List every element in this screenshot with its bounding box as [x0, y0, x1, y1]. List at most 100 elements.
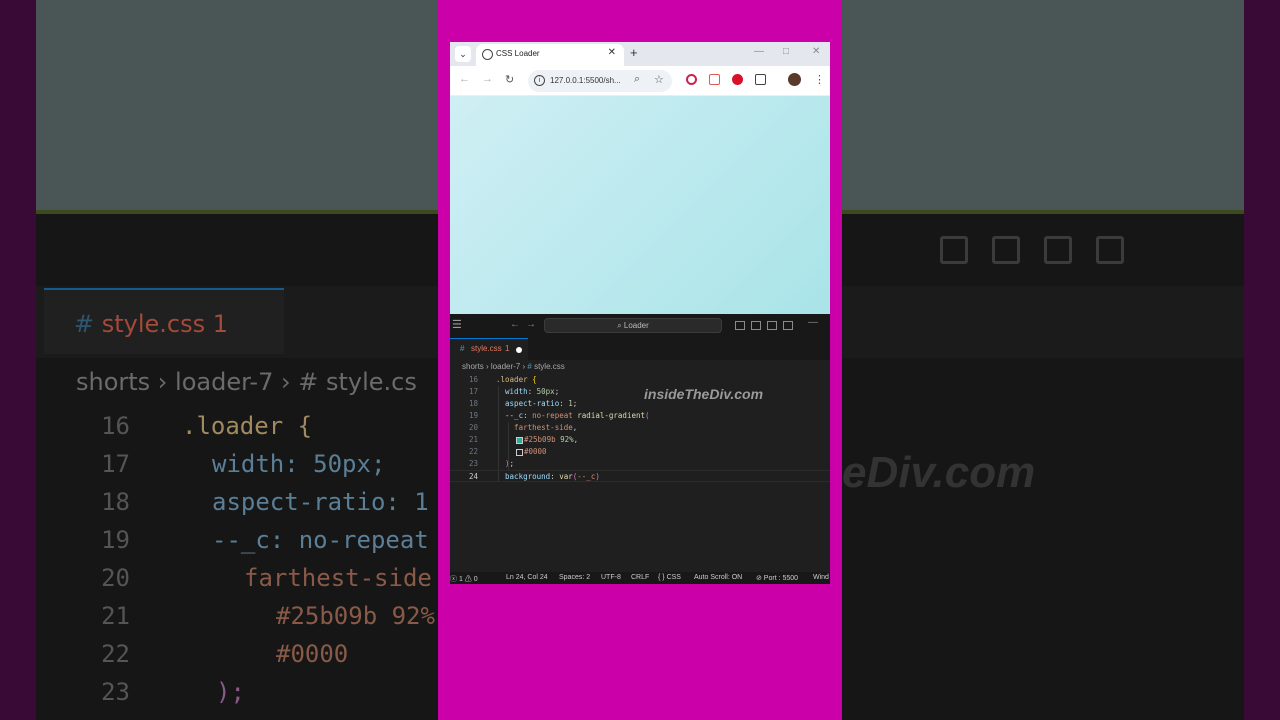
- toggle-panel-icon[interactable]: [767, 321, 777, 330]
- background-layout-icons: [940, 236, 1124, 264]
- command-center-search[interactable]: ⌕ Loader: [544, 318, 722, 333]
- close-icon[interactable]: ✕: [608, 47, 616, 58]
- breadcrumb-item[interactable]: shorts: [462, 362, 484, 371]
- code-line[interactable]: 23 );: [450, 458, 830, 470]
- background-code-line: --_c: no-repeat: [212, 526, 429, 554]
- code-line[interactable]: 16 .loader {: [450, 374, 830, 386]
- unsaved-dot-icon[interactable]: [516, 347, 522, 353]
- background-line-number: 21: [101, 602, 130, 630]
- background-breadcrumb: shorts › loader-7 › # style.cs: [76, 368, 417, 396]
- background-watermark: eDiv.com: [842, 448, 1036, 497]
- forward-icon[interactable]: →: [482, 73, 493, 85]
- window-close-icon[interactable]: ✕: [812, 46, 820, 57]
- minimize-icon[interactable]: —: [754, 46, 764, 57]
- hamburger-menu-icon[interactable]: ☰: [452, 318, 462, 331]
- autoscroll-status[interactable]: Auto Scroll: ON: [694, 574, 742, 581]
- code-line[interactable]: 19 --_c: no-repeat radial-gradient(: [450, 410, 830, 422]
- line-number: 17: [468, 387, 478, 396]
- code-line[interactable]: 24 background: var(--_c): [450, 470, 830, 482]
- puzzle-icon[interactable]: [755, 74, 766, 85]
- menu-icon[interactable]: ⋮: [814, 73, 825, 86]
- address-url[interactable]: 127.0.0.1:5500/sh...: [550, 76, 621, 85]
- tab-error-count: 1: [505, 344, 510, 353]
- chevron-down-icon[interactable]: ⌄: [455, 46, 471, 62]
- toggle-sidebar-icon[interactable]: [751, 321, 761, 330]
- maximize-icon[interactable]: □: [783, 46, 789, 57]
- tab-style-css[interactable]: # style.css 1: [450, 338, 528, 360]
- address-bar[interactable]: i 127.0.0.1:5500/sh...: [528, 70, 672, 92]
- back-icon[interactable]: ←: [510, 319, 520, 330]
- browser-window: ⌄ CSS Loader ✕ + — □ ✕ ← → ↻ i 127.0.0.1…: [450, 42, 830, 314]
- opera-icon[interactable]: [732, 74, 743, 85]
- editor-tabs: # style.css 1: [450, 338, 830, 360]
- code-text: farthest-side,: [496, 423, 578, 432]
- avatar[interactable]: [788, 73, 801, 86]
- indentation-status[interactable]: Spaces: 2: [559, 574, 590, 581]
- code-line[interactable]: 22 #0000: [450, 446, 830, 458]
- browser-tab[interactable]: CSS Loader ✕: [476, 44, 624, 66]
- live-server-port[interactable]: ⊘ Port : 5500: [756, 574, 798, 582]
- line-number: 23: [468, 459, 478, 468]
- background-code-line: farthest-side: [244, 564, 432, 592]
- code-text: #25b09b 92%,: [516, 434, 578, 446]
- background-code-line: aspect-ratio: 1: [212, 488, 429, 516]
- code-text: --_c: no-repeat radial-gradient(: [496, 411, 650, 420]
- reload-icon[interactable]: ↻: [505, 73, 514, 86]
- globe-icon: [482, 49, 493, 60]
- background-code-line: width: 50px;: [212, 450, 386, 478]
- eol-status[interactable]: CRLF: [631, 574, 649, 581]
- background-code-line: );: [216, 678, 245, 706]
- background-code-line: .loader {: [182, 412, 313, 440]
- background-line-number: 16: [101, 412, 130, 440]
- status-bar: ⓧ 1 ⚠ 0 Ln 24, Col 24 Spaces: 2 UTF-8 CR…: [450, 572, 830, 584]
- line-number: 20: [468, 423, 478, 432]
- code-line[interactable]: 20 farthest-side,: [450, 422, 830, 434]
- layout-icon: [1096, 236, 1124, 264]
- language-mode[interactable]: { } CSS: [658, 574, 681, 581]
- page-viewport: [450, 96, 830, 314]
- line-number: 18: [468, 399, 478, 408]
- watermark: insideTheDiv.com: [644, 386, 764, 402]
- background-tab-label: # style.css 1: [74, 310, 229, 338]
- line-number: 19: [468, 411, 478, 420]
- cursor-position[interactable]: Ln 24, Col 24: [506, 574, 548, 581]
- encoding-status[interactable]: UTF-8: [601, 574, 621, 581]
- star-icon[interactable]: ☆: [654, 73, 664, 86]
- line-number: 24: [468, 472, 478, 481]
- extension-icon[interactable]: [709, 74, 720, 85]
- browser-tabstrip: ⌄ CSS Loader ✕ + — □ ✕: [450, 42, 830, 66]
- breadcrumb-item[interactable]: loader-7: [491, 362, 520, 371]
- line-number: 16: [468, 375, 478, 384]
- css-file-icon: #: [527, 362, 532, 371]
- back-icon[interactable]: ←: [459, 73, 470, 85]
- breadcrumb-item[interactable]: style.css: [534, 362, 565, 371]
- background-code-line: #0000: [276, 640, 349, 668]
- code-text: background: var(--_c): [496, 472, 600, 481]
- customize-layout-icon[interactable]: [735, 321, 745, 330]
- minimize-icon[interactable]: —: [808, 317, 818, 328]
- info-icon[interactable]: i: [534, 75, 545, 86]
- code-line[interactable]: 18 aspect-ratio: 1;: [450, 398, 830, 410]
- plus-icon[interactable]: +: [630, 45, 638, 60]
- code-text: #0000: [516, 446, 547, 458]
- line-number: 22: [468, 447, 478, 456]
- background-line-number: 19: [101, 526, 130, 554]
- record-icon[interactable]: [686, 74, 697, 85]
- layout-icon: [940, 236, 968, 264]
- background-line-number: 22: [101, 640, 130, 668]
- background-line-number: 20: [101, 564, 130, 592]
- code-line[interactable]: 21 #25b09b 92%,: [450, 434, 830, 446]
- background-line-number: 18: [101, 488, 130, 516]
- toggle-secondary-sidebar-icon[interactable]: [783, 321, 793, 330]
- status-item[interactable]: Wind: [813, 574, 829, 581]
- color-swatch[interactable]: [516, 436, 523, 444]
- line-number: 21: [468, 435, 478, 444]
- problems-status[interactable]: ⓧ 1 ⚠ 0: [450, 574, 478, 584]
- vscode-titlebar: ☰ ← → ⌕ Loader —: [450, 314, 830, 338]
- layout-icon: [992, 236, 1020, 264]
- zoom-icon[interactable]: ⌕: [634, 73, 640, 86]
- code-line[interactable]: 17 width: 50px;: [450, 386, 830, 398]
- forward-icon[interactable]: →: [526, 319, 536, 330]
- layout-icon: [1044, 236, 1072, 264]
- color-swatch[interactable]: [516, 448, 523, 456]
